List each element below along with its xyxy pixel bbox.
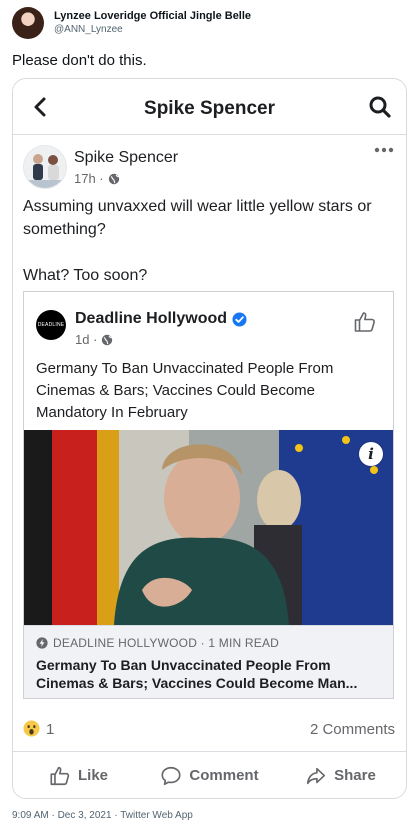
shared-post-text: Germany To Ban Unvaccinated People From … — [36, 360, 334, 421]
shared-page-name[interactable]: Deadline Hollywood — [75, 310, 227, 328]
tweet-author-handle[interactable]: @ANN_Lynzee — [54, 23, 251, 36]
thumbs-up-icon[interactable] — [353, 310, 377, 334]
facebook-screenshot: Spike Spencer Spike Spencer 17h · Assumi… — [12, 78, 407, 799]
reaction-bar: 1 2 Comments — [23, 719, 395, 741]
link-preview-card[interactable]: DEADLINE HOLLYWOOD · 1 MIN READ Germany … — [24, 625, 393, 698]
shared-post[interactable]: DEADLINE Deadline Hollywood 1d · Germany… — [23, 291, 394, 699]
post-author-name[interactable]: Spike Spencer — [74, 149, 178, 167]
fb-nav-bar: Spike Spencer — [13, 79, 406, 135]
comment-bubble-icon — [161, 766, 181, 785]
post-text-line: Assuming unvaxxed will wear little yello… — [23, 198, 372, 238]
globe-icon — [102, 334, 113, 345]
thumbs-up-icon — [50, 766, 70, 785]
globe-icon — [108, 173, 119, 184]
post-text-line: What? Too soon? — [23, 267, 148, 284]
link-title[interactable]: Germany To Ban Unvaccinated People From … — [36, 656, 384, 692]
news-photo[interactable]: i — [24, 430, 393, 625]
shared-post-meta: 1d · — [75, 332, 113, 347]
like-button[interactable]: Like — [13, 752, 144, 798]
post-author-avatar[interactable] — [23, 145, 67, 189]
post-time[interactable]: 17h · — [74, 171, 104, 186]
fb-nav-title: Spike Spencer — [144, 98, 275, 119]
tweet-header: Lynzee Loveridge Official Jingle Belle @… — [12, 7, 251, 39]
info-icon[interactable]: i — [359, 442, 383, 466]
share-button[interactable]: Share — [275, 752, 406, 798]
post-meta: 17h · — [74, 171, 120, 186]
wow-reaction-icon[interactable] — [23, 720, 40, 737]
reaction-count[interactable]: 1 — [46, 721, 54, 738]
action-bar: Like Comment Share — [13, 751, 406, 798]
tweet-author-avatar[interactable] — [12, 7, 44, 39]
more-options-icon[interactable] — [374, 145, 394, 155]
shared-page-name-row: Deadline Hollywood — [75, 310, 247, 328]
shared-post-time[interactable]: 1d · — [75, 332, 97, 347]
link-source: DEADLINE HOLLYWOOD · 1 MIN READ — [53, 636, 280, 650]
verified-badge-icon — [232, 311, 247, 327]
comment-button[interactable]: Comment — [144, 752, 275, 798]
tweet-text: Please don't do this. — [12, 52, 147, 69]
comments-count[interactable]: 2 Comments — [310, 721, 395, 738]
share-arrow-icon — [307, 767, 326, 784]
lightning-bolt-icon — [36, 637, 48, 649]
tweet-author-name[interactable]: Lynzee Loveridge Official Jingle Belle — [54, 10, 251, 23]
tweet-author-names: Lynzee Loveridge Official Jingle Belle @… — [54, 10, 251, 36]
tweet-footer[interactable]: 9:09 AM · Dec 3, 2021 · Twitter Web App — [12, 810, 193, 821]
shared-page-avatar[interactable]: DEADLINE — [36, 310, 66, 340]
like-label: Like — [77, 767, 108, 784]
share-label: Share — [334, 767, 376, 784]
comment-label: Comment — [189, 767, 259, 784]
post-header: Spike Spencer 17h · — [13, 139, 406, 195]
link-source-row: DEADLINE HOLLYWOOD · 1 MIN READ — [36, 636, 279, 650]
search-icon[interactable] — [368, 95, 392, 119]
